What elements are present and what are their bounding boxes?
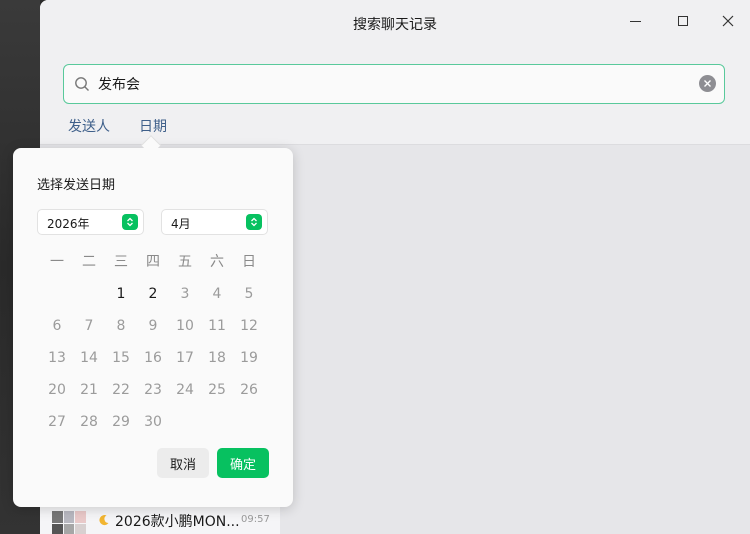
- calendar-day: 21: [80, 382, 98, 398]
- clear-x-icon: [704, 80, 711, 87]
- calendar-day: 13: [48, 350, 66, 366]
- moon-icon: [99, 515, 109, 526]
- minimize-icon: [629, 20, 641, 22]
- calendar-week-row: 6 7 8 9 10 11 12: [41, 316, 265, 348]
- search-result-item[interactable]: 2026款小鹏MON... 09:57: [40, 505, 280, 534]
- close-button[interactable]: [713, 8, 743, 34]
- confirm-button[interactable]: 确定: [217, 448, 269, 478]
- calendar-week-row: 123 4 5: [41, 284, 265, 316]
- search-icon: [75, 77, 89, 91]
- calendar-day: 20: [48, 382, 66, 398]
- calendar-day: 7: [84, 318, 94, 334]
- weekday-label: 四: [146, 254, 160, 270]
- calendar-day: 11: [208, 318, 226, 334]
- result-avatar-thumbnail: [52, 511, 86, 534]
- result-time: 09:57: [241, 514, 270, 525]
- weekday-label: 二: [82, 254, 96, 270]
- calendar-day: 17: [176, 350, 194, 366]
- calendar-empty-cell: [201, 412, 233, 444]
- calendar-day: 15: [112, 350, 130, 366]
- weekday-label: 五: [178, 254, 192, 270]
- date-picker-popup: 选择发送日期 2026年 4月 一 二 三 四 五 六 日 1234567891…: [13, 148, 293, 507]
- clear-search-icon[interactable]: [699, 75, 716, 92]
- calendar-day: 4: [212, 286, 222, 302]
- date-picker-title: 选择发送日期: [37, 178, 116, 193]
- close-icon: [722, 15, 734, 27]
- calendar-day: 30: [144, 414, 162, 430]
- weekday-header: 一 二 三 四 五 六 日: [41, 252, 265, 284]
- calendar-empty-cell: [233, 412, 265, 444]
- month-stepper-icon: [246, 214, 262, 230]
- calendar-empty-cell: [169, 412, 201, 444]
- calendar-day: 3: [180, 286, 190, 302]
- calendar-day: 18: [208, 350, 226, 366]
- calendar-grid: 一 二 三 四 五 六 日 1 2 3 4 5 6 7 8 9 10 11 12 13 14 15 16 17 1…: [41, 252, 265, 444]
- calendar-day: 16: [144, 350, 162, 366]
- result-title: 2026款小鹏MON...: [115, 514, 240, 530]
- year-select[interactable]: 2026年: [37, 209, 144, 235]
- search-box[interactable]: [63, 64, 725, 104]
- calendar-day: 23: [144, 382, 162, 398]
- year-stepper-icon: [122, 214, 138, 230]
- calendar-day: 8: [116, 318, 126, 334]
- calendar-week-row: 20 21 22 23 24 25 26: [41, 380, 265, 412]
- filter-sender-tab[interactable]: 发送人: [68, 116, 110, 136]
- calendar-day: 5: [244, 286, 254, 302]
- calendar-day: 24: [176, 382, 194, 398]
- calendar-day[interactable]: 2: [137, 284, 169, 316]
- cancel-button[interactable]: 取消: [157, 448, 209, 478]
- filter-date-tab[interactable]: 日期: [139, 116, 167, 136]
- search-input[interactable]: [98, 73, 678, 95]
- maximize-icon: [678, 16, 688, 26]
- calendar-day: 28: [80, 414, 98, 430]
- calendar-day: 25: [208, 382, 226, 398]
- title-bar: 搜索聊天记录 发送人 日期: [40, 0, 750, 145]
- month-select[interactable]: 4月: [161, 209, 268, 235]
- calendar-days: 1 2 3 4 5 6 7 8 9 10 11 12 13 14 15 16 17 18 19 20 21 22 23 24 2…: [41, 284, 265, 444]
- month-select-value: 4月: [171, 217, 191, 231]
- calendar-week-row: 13 14 15 16 17 18 19: [41, 348, 265, 380]
- weekday-label: 三: [114, 254, 128, 270]
- minimize-button[interactable]: [620, 8, 650, 34]
- calendar-day: 9: [148, 318, 158, 334]
- calendar-week-row: 27 28 29 30: [41, 412, 265, 444]
- calendar-day: 6: [52, 318, 62, 334]
- weekday-label: 六: [210, 254, 224, 270]
- calendar-day: 26: [240, 382, 258, 398]
- calendar-empty-cell: [41, 284, 73, 316]
- calendar-day: 29: [112, 414, 130, 430]
- calendar-day: 10: [176, 318, 194, 334]
- calendar-day: 12: [240, 318, 258, 334]
- calendar-day: 19: [240, 350, 258, 366]
- weekday-label: 一: [50, 254, 64, 270]
- calendar-empty-cell: [73, 284, 105, 316]
- maximize-button[interactable]: [668, 8, 698, 34]
- year-select-value: 2026年: [47, 217, 90, 231]
- weekday-label: 日: [242, 254, 256, 270]
- calendar-day: 27: [48, 414, 66, 430]
- calendar-day: 14: [80, 350, 98, 366]
- calendar-day: 22: [112, 382, 130, 398]
- calendar-day[interactable]: 1: [105, 284, 137, 316]
